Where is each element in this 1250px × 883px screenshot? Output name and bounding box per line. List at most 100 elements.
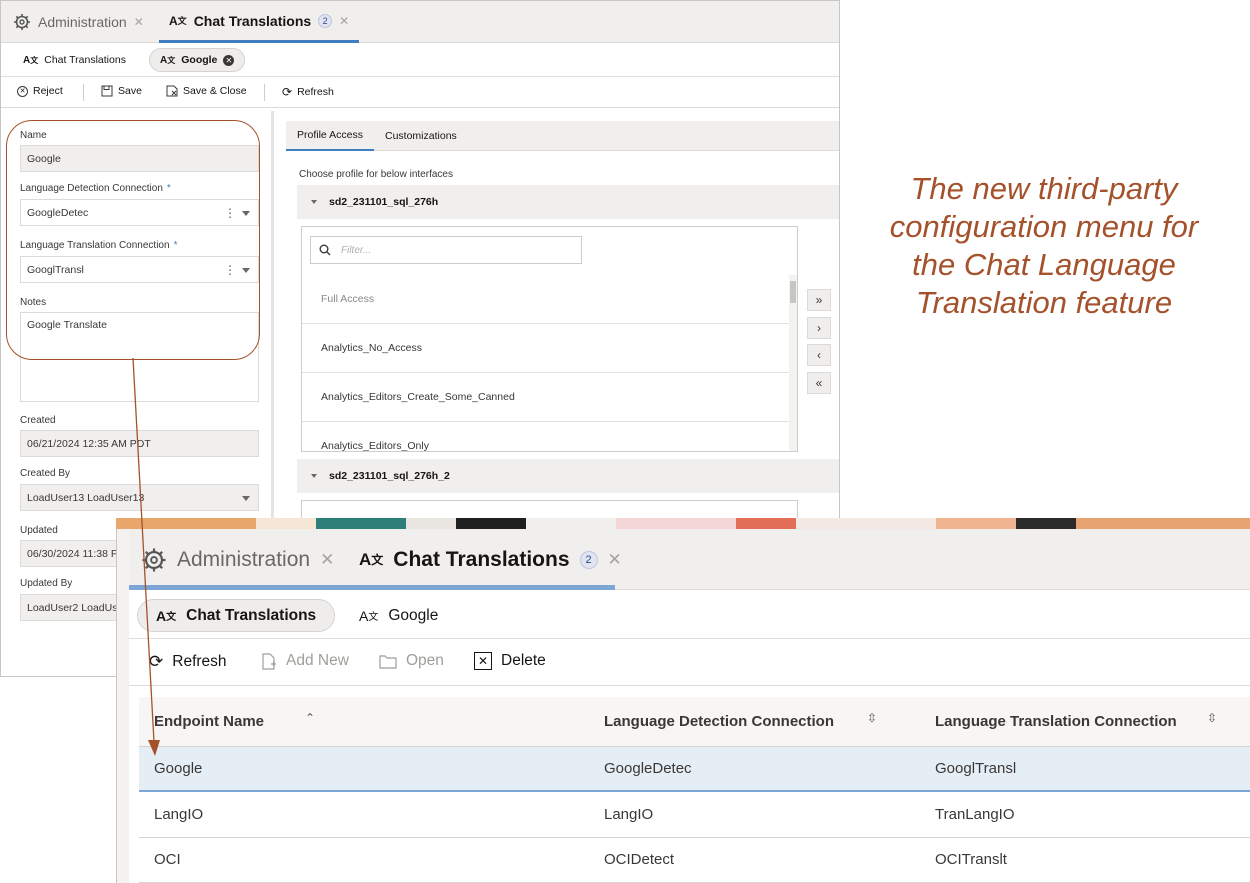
reject-button[interactable]: ✕ Reject — [17, 85, 63, 97]
subtab-chat-translations[interactable]: A文 Chat Translations — [137, 599, 336, 632]
window-edge — [117, 529, 129, 883]
close-circle-icon[interactable]: ✕ — [223, 54, 235, 66]
choose-profile-hint: Choose profile for below interfaces — [299, 169, 453, 180]
record-subtabs: A文 Chat Translations A文 Google ✕ — [1, 43, 839, 77]
sort-icon[interactable]: ⇳ — [1207, 711, 1217, 725]
created-label: Created — [20, 415, 56, 426]
save-close-icon — [166, 85, 178, 97]
table-header: Endpoint Name ⌃ Language Detection Conne… — [139, 697, 1250, 747]
subtab-google[interactable]: A文 Google — [341, 599, 456, 632]
save-button[interactable]: Save — [101, 85, 142, 97]
label-text: Language Translation Connection — [20, 240, 170, 251]
tab-profile-access[interactable]: Profile Access — [286, 121, 374, 151]
delete-button[interactable]: ✕ Delete — [474, 652, 546, 670]
open-label: Open — [406, 652, 444, 669]
table-cell: TranLangIO — [935, 806, 1015, 823]
editor-toolbar: ✕ Reject Save Save & Close ⟳ Refresh — [1, 77, 839, 108]
tab-bar: Administration ✕ A文 Chat Translations 2 … — [129, 529, 1250, 590]
field-value: LoadUser13 LoadUser13 — [27, 491, 145, 504]
count-badge: 2 — [318, 13, 333, 28]
chevron-down-icon[interactable] — [242, 268, 250, 273]
translate-icon: A文 — [359, 549, 384, 569]
select-value: GoogleDetec — [27, 206, 89, 219]
move-all-right-button[interactable]: » — [807, 289, 831, 311]
tab-administration[interactable]: Administration ✕ — [13, 1, 144, 43]
refresh-icon: ⟳ — [149, 652, 164, 671]
more-icon[interactable]: ⋮ — [224, 206, 236, 220]
chevron-down-icon[interactable] — [242, 211, 250, 216]
notes-label: Notes — [20, 297, 47, 308]
list-item[interactable]: Analytics_No_Access — [302, 324, 792, 373]
interface-group-header[interactable]: sd2_231101_sql_276h_2 — [297, 459, 839, 493]
scroll-thumb[interactable] — [790, 281, 796, 303]
subtab-label: Google — [388, 606, 439, 624]
add-document-icon — [261, 652, 277, 670]
table-row[interactable]: Google GoogleDetec GooglTransl — [139, 747, 1250, 792]
add-new-label: Add New — [286, 652, 349, 669]
close-icon[interactable]: ✕ — [134, 15, 144, 29]
count-badge: 2 — [579, 550, 598, 569]
sort-icon[interactable]: ⇳ — [867, 711, 877, 725]
updated-label: Updated — [20, 525, 58, 536]
open-button[interactable]: Open — [379, 652, 444, 670]
tab-customizations[interactable]: Customizations — [374, 121, 468, 151]
chevron-down-icon — [242, 496, 250, 501]
subtab-label: Chat Translations — [44, 54, 126, 66]
subtab-label: Chat Translations — [186, 606, 317, 624]
caption-line: the Chat Language — [912, 247, 1176, 282]
tab-label: Administration — [177, 547, 311, 571]
tab-administration[interactable]: Administration ✕ — [141, 529, 334, 590]
sort-ascending-icon[interactable]: ⌃ — [305, 711, 315, 725]
move-left-button[interactable]: ‹ — [807, 344, 831, 366]
table-row[interactable]: OCI OCIDetect OCITranslt — [139, 838, 1250, 883]
add-new-button[interactable]: Add New — [261, 652, 349, 670]
name-label: Name — [20, 130, 47, 141]
filter-placeholder: Filter... — [341, 244, 372, 256]
translate-icon: A文 — [160, 54, 176, 66]
name-field[interactable]: Google — [20, 145, 259, 172]
collapse-icon — [311, 200, 317, 204]
available-profiles-list: Filter... Full Access Analytics_No_Acces… — [301, 226, 798, 452]
caption-line: The new third-party — [910, 171, 1178, 206]
delete-icon: ✕ — [474, 652, 492, 670]
translation-connection-select[interactable]: GooglTransl ⋮ — [20, 256, 259, 283]
column-header-detection-connection[interactable]: Language Detection Connection — [604, 713, 834, 730]
folder-icon — [379, 654, 397, 669]
save-label: Save — [118, 85, 142, 97]
tab-chat-translations[interactable]: A文 Chat Translations 2 ✕ — [159, 1, 360, 43]
move-all-left-button[interactable]: « — [807, 372, 831, 394]
subtab-google[interactable]: A文 Google ✕ — [149, 48, 246, 72]
interface-group-header[interactable]: sd2_231101_sql_276h — [297, 185, 839, 219]
list-item[interactable]: Analytics_Editors_Create_Some_Canned — [302, 373, 792, 422]
table-cell: Google — [154, 760, 203, 777]
list-item[interactable]: Analytics_Editors_Only — [302, 422, 792, 451]
close-icon[interactable]: ✕ — [608, 550, 622, 570]
close-icon[interactable]: ✕ — [339, 14, 349, 28]
table-row[interactable]: LangIO LangIO TranLangIO — [139, 793, 1250, 838]
gear-icon — [141, 547, 167, 573]
save-close-label: Save & Close — [183, 85, 247, 97]
group-label: sd2_231101_sql_276h — [329, 196, 439, 208]
list-item[interactable]: Full Access — [302, 275, 792, 324]
created-by-label: Created By — [20, 468, 71, 479]
refresh-button[interactable]: ⟳ Refresh — [149, 652, 227, 672]
move-right-button[interactable]: › — [807, 317, 831, 339]
translation-connection-label: Language Translation Connection * — [20, 240, 177, 251]
annotation-caption: The new third-party configuration menu f… — [862, 170, 1226, 322]
save-close-button[interactable]: Save & Close — [166, 85, 247, 97]
close-icon[interactable]: ✕ — [320, 550, 334, 570]
column-header-translation-connection[interactable]: Language Translation Connection — [935, 713, 1177, 730]
tab-chat-translations[interactable]: A文 Chat Translations 2 ✕ — [359, 529, 622, 590]
more-icon[interactable]: ⋮ — [224, 263, 236, 277]
label-text: Language Detection Connection — [20, 183, 163, 194]
updated-by-label: Updated By — [20, 578, 73, 589]
refresh-button[interactable]: ⟳ Refresh — [282, 85, 334, 99]
detection-connection-select[interactable]: GoogleDetec ⋮ — [20, 199, 259, 226]
column-header-endpoint-name[interactable]: Endpoint Name — [154, 713, 264, 730]
collapse-icon — [311, 474, 317, 478]
list-scrollbar[interactable] — [789, 275, 797, 451]
subtab-chat-translations[interactable]: A文 Chat Translations — [13, 48, 136, 72]
filter-input[interactable]: Filter... — [310, 236, 582, 264]
table-cell: GooglTransl — [935, 760, 1017, 777]
notes-textarea[interactable]: Google Translate — [20, 312, 259, 402]
